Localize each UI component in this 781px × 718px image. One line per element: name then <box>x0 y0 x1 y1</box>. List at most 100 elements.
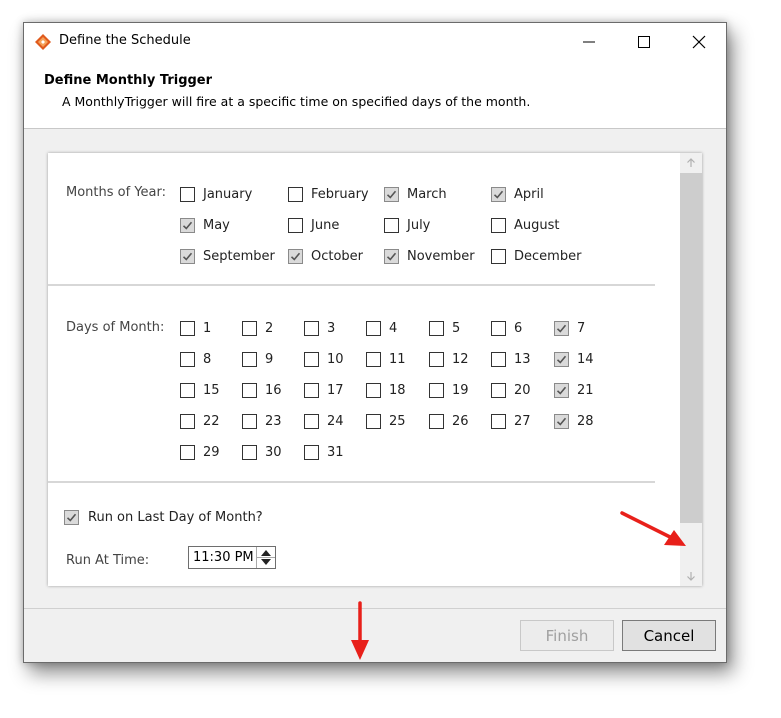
last-day-label: Run on Last Day of Month? <box>88 510 263 525</box>
day-21-label: 21 <box>577 383 594 398</box>
day-14-checkbox[interactable] <box>554 352 569 367</box>
day-12-label: 12 <box>452 352 469 367</box>
run-at-label: Run At Time: <box>66 553 150 568</box>
day-17-label: 17 <box>327 383 344 398</box>
month-may-checkbox[interactable] <box>180 218 195 233</box>
time-spinner[interactable] <box>256 547 275 568</box>
day-25-checkbox[interactable] <box>366 414 381 429</box>
month-july-checkbox[interactable] <box>384 218 399 233</box>
day-11-label: 11 <box>389 352 406 367</box>
trigger-options-panel: Months of Year: January February March Apri… <box>48 153 702 586</box>
month-august-label: August <box>514 218 560 233</box>
checkmark-icon <box>182 252 193 261</box>
day-4-checkbox[interactable] <box>366 321 381 336</box>
day-6-label: 6 <box>514 321 523 336</box>
day-26-checkbox[interactable] <box>429 414 444 429</box>
cancel-button[interactable]: Cancel <box>622 620 716 651</box>
day-5-checkbox[interactable] <box>429 321 444 336</box>
month-january-checkbox[interactable] <box>180 187 195 202</box>
day-10-label: 10 <box>327 352 344 367</box>
day-16-checkbox[interactable] <box>242 383 257 398</box>
day-13-label: 13 <box>514 352 531 367</box>
day-2-checkbox[interactable] <box>242 321 257 336</box>
day-14-label: 14 <box>577 352 594 367</box>
month-november-checkbox[interactable] <box>384 249 399 264</box>
month-november-label: November <box>407 249 475 264</box>
day-8-checkbox[interactable] <box>180 352 195 367</box>
spin-up-icon <box>261 550 271 556</box>
month-june-checkbox[interactable] <box>288 218 303 233</box>
scroll-down-button[interactable] <box>680 566 702 586</box>
close-button[interactable] <box>674 23 724 60</box>
day-30-checkbox[interactable] <box>242 445 257 460</box>
day-19-checkbox[interactable] <box>429 383 444 398</box>
checkmark-icon <box>182 221 193 230</box>
day-4-label: 4 <box>389 321 398 336</box>
scroll-thumb[interactable] <box>680 173 702 523</box>
day-18-checkbox[interactable] <box>366 383 381 398</box>
month-april-checkbox[interactable] <box>491 187 506 202</box>
month-december-checkbox[interactable] <box>491 249 506 264</box>
month-july-label: July <box>407 218 431 233</box>
day-22-label: 22 <box>203 414 220 429</box>
day-20-checkbox[interactable] <box>491 383 506 398</box>
section-divider <box>48 284 655 286</box>
day-29-checkbox[interactable] <box>180 445 195 460</box>
month-october-checkbox[interactable] <box>288 249 303 264</box>
day-24-label: 24 <box>327 414 344 429</box>
month-march-checkbox[interactable] <box>384 187 399 202</box>
month-may-label: May <box>203 218 230 233</box>
day-31-checkbox[interactable] <box>304 445 319 460</box>
title-bar: Define the Schedule <box>24 23 726 60</box>
day-3-label: 3 <box>327 321 336 336</box>
minimize-button[interactable] <box>564 23 614 60</box>
checkmark-icon <box>493 190 504 199</box>
day-25-label: 25 <box>389 414 406 429</box>
checkmark-icon <box>556 324 567 333</box>
run-at-time-picker[interactable]: 11:30 PM <box>188 546 276 569</box>
day-18-label: 18 <box>389 383 406 398</box>
maximize-button[interactable] <box>619 23 669 60</box>
checkmark-icon <box>556 386 567 395</box>
day-19-label: 19 <box>452 383 469 398</box>
day-15-checkbox[interactable] <box>180 383 195 398</box>
day-1-label: 1 <box>203 321 212 336</box>
scroll-down-arrow-icon <box>687 572 695 581</box>
day-29-label: 29 <box>203 445 220 460</box>
day-30-label: 30 <box>265 445 282 460</box>
checkmark-icon <box>556 355 567 364</box>
day-12-checkbox[interactable] <box>429 352 444 367</box>
day-1-checkbox[interactable] <box>180 321 195 336</box>
day-10-checkbox[interactable] <box>304 352 319 367</box>
day-23-label: 23 <box>265 414 282 429</box>
day-21-checkbox[interactable] <box>554 383 569 398</box>
day-24-checkbox[interactable] <box>304 414 319 429</box>
checkmark-icon <box>386 252 397 261</box>
day-7-checkbox[interactable] <box>554 321 569 336</box>
month-march-label: March <box>407 187 447 202</box>
day-3-checkbox[interactable] <box>304 321 319 336</box>
day-28-checkbox[interactable] <box>554 414 569 429</box>
day-28-label: 28 <box>577 414 594 429</box>
day-9-checkbox[interactable] <box>242 352 257 367</box>
day-31-label: 31 <box>327 445 344 460</box>
day-13-checkbox[interactable] <box>491 352 506 367</box>
month-june-label: June <box>311 218 340 233</box>
month-august-checkbox[interactable] <box>491 218 506 233</box>
close-icon <box>692 35 706 48</box>
time-value[interactable]: 11:30 PM <box>193 550 254 565</box>
day-27-checkbox[interactable] <box>491 414 506 429</box>
day-8-label: 8 <box>203 352 212 367</box>
app-logo-icon <box>35 34 51 50</box>
month-september-checkbox[interactable] <box>180 249 195 264</box>
day-6-checkbox[interactable] <box>491 321 506 336</box>
day-22-checkbox[interactable] <box>180 414 195 429</box>
last-day-checkbox[interactable] <box>64 510 79 525</box>
month-february-checkbox[interactable] <box>288 187 303 202</box>
day-11-checkbox[interactable] <box>366 352 381 367</box>
day-17-checkbox[interactable] <box>304 383 319 398</box>
finish-button[interactable]: Finish <box>520 620 614 651</box>
day-23-checkbox[interactable] <box>242 414 257 429</box>
months-label: Months of Year: <box>66 185 166 200</box>
scroll-up-button[interactable] <box>680 153 702 173</box>
